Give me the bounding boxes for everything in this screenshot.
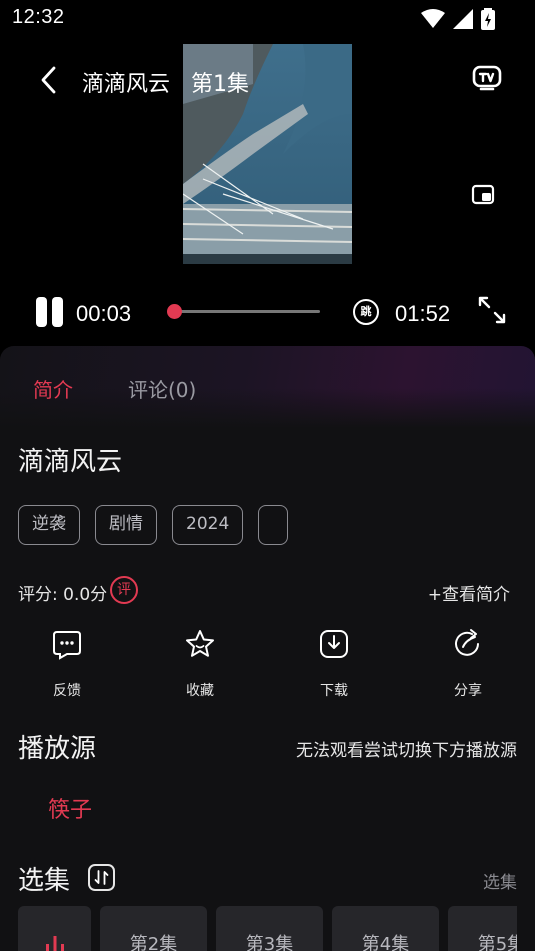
fullscreen-button[interactable]	[477, 295, 507, 325]
download-button[interactable]: 下载	[294, 628, 374, 700]
view-intro-link[interactable]: +查看简介	[428, 580, 510, 605]
star-icon	[186, 630, 214, 657]
pause-icon	[36, 297, 47, 327]
source-hint: 无法观看尝试切换下方播放源	[296, 741, 517, 761]
detail-tabs: 简介 评论(0)	[0, 346, 535, 428]
feedback-icon	[53, 631, 81, 660]
player-controls: 00:03 跳 01:52	[0, 291, 535, 335]
episode-item-current[interactable]	[18, 906, 91, 951]
show-title: 滴滴风云	[18, 447, 123, 477]
episodes-more-link[interactable]: 选集	[483, 868, 517, 893]
current-time: 00:03	[76, 301, 132, 326]
share-label: 分享	[454, 683, 482, 699]
status-bar: 12:32	[0, 0, 535, 36]
pip-icon	[471, 184, 495, 205]
cast-tv-button[interactable]	[471, 62, 503, 94]
tag-item[interactable]: 逆袭	[18, 505, 80, 545]
episode-list: 第2集 第3集 第4集 第5集	[18, 906, 517, 951]
picture-in-picture-button[interactable]	[471, 182, 497, 208]
download-icon	[320, 630, 348, 658]
sort-button[interactable]	[88, 864, 115, 891]
signal-icon	[453, 9, 473, 29]
player-episode: 第1集	[191, 72, 250, 97]
feedback-button[interactable]: 反馈	[27, 628, 107, 700]
tv-icon	[472, 65, 502, 91]
tag-item[interactable]: 剧情	[95, 505, 157, 545]
episode-item[interactable]: 第3集	[216, 906, 323, 951]
feedback-label: 反馈	[53, 683, 81, 699]
favorite-button[interactable]: 收藏	[160, 628, 240, 700]
episode-item[interactable]: 第4集	[332, 906, 439, 951]
total-time: 01:52	[395, 301, 451, 326]
expand-icon	[478, 296, 506, 324]
player-title-name: 滴滴风云	[82, 72, 171, 97]
pause-button[interactable]	[36, 297, 64, 327]
rating-row: 评分: 0.0分 评 +查看简介	[18, 576, 518, 606]
share-icon	[455, 629, 479, 656]
rating-text: 评分: 0.0分	[18, 585, 108, 605]
share-button[interactable]: 分享	[428, 628, 508, 700]
tab-comments[interactable]: 评论(0)	[128, 374, 196, 403]
tag-item[interactable]	[258, 505, 289, 545]
episode-item[interactable]: 第5集	[448, 906, 517, 951]
episode-item[interactable]: 第2集	[100, 906, 207, 951]
source-title: 播放源	[18, 734, 97, 764]
skip-intro-button[interactable]: 跳	[353, 299, 379, 325]
action-bar: 反馈 收藏 下载 分享	[0, 628, 535, 708]
chevron-left-icon	[41, 66, 56, 94]
detail-content: 滴滴风云 逆袭 剧情 2024 评分: 0.0分 评 +查看简介 反馈 收藏 下…	[0, 428, 535, 951]
pause-icon-bar	[52, 297, 63, 327]
tag-item[interactable]: 2024	[172, 505, 244, 545]
review-badge[interactable]: 评	[110, 576, 138, 604]
video-player[interactable]: 滴滴风云 第1集 00:03 跳 01:52	[0, 36, 535, 346]
tag-list: 逆袭 剧情 2024	[18, 505, 289, 545]
download-label: 下载	[320, 683, 348, 699]
source-item[interactable]: 筷子	[48, 792, 92, 824]
tab-intro[interactable]: 简介	[33, 374, 73, 403]
status-icons	[421, 8, 495, 30]
battery-icon	[481, 8, 495, 30]
progress-slider[interactable]	[167, 304, 320, 319]
sort-icon	[94, 870, 109, 885]
player-title: 滴滴风云 第1集	[82, 66, 249, 98]
progress-thumb[interactable]	[167, 304, 183, 319]
episodes-title: 选集	[18, 866, 71, 896]
playing-bars-icon	[45, 936, 64, 951]
back-button[interactable]	[36, 64, 64, 96]
favorite-label: 收藏	[186, 683, 214, 699]
status-time: 12:32	[12, 6, 65, 28]
wifi-icon	[421, 9, 445, 28]
